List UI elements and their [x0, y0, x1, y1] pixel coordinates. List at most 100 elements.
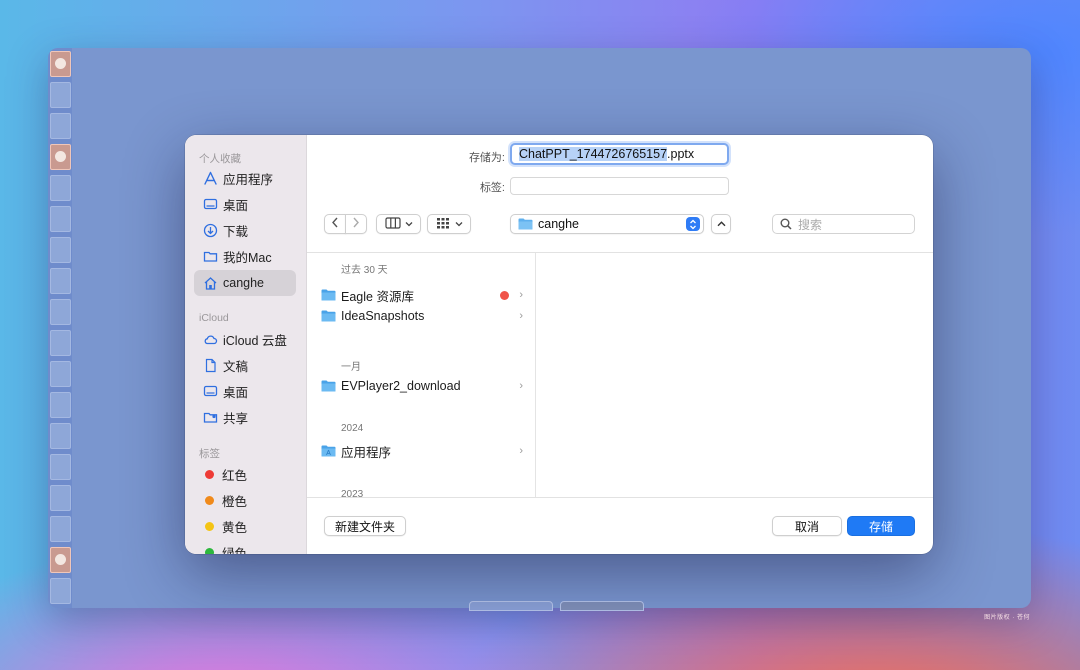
- dialog-main: 存储为: ChatPPT_1744726765157 .pptx 标签: can…: [307, 135, 933, 554]
- chevron-right-icon: ›: [519, 380, 523, 392]
- grid-icon: [436, 217, 450, 232]
- cloud-icon: [202, 331, 218, 347]
- slide-thumbnail[interactable]: [50, 361, 71, 387]
- chevron-down-icon: [405, 218, 413, 230]
- slide-thumbnail[interactable]: [50, 51, 71, 77]
- sidebar-item-downloads[interactable]: 下载: [194, 217, 296, 243]
- home-icon: [202, 275, 218, 291]
- save-dialog: 个人收藏 应用程序 桌面 下载 我的Mac canghe iCloud iClo…: [185, 135, 933, 554]
- tags-field[interactable]: [510, 177, 729, 195]
- chevron-right-icon: [352, 217, 360, 231]
- sidebar-item-label: canghe: [223, 276, 265, 290]
- group-header: 2024: [341, 423, 364, 434]
- save-button[interactable]: 存储: [847, 516, 915, 536]
- back-button[interactable]: [324, 214, 346, 234]
- sidebar-item-icloud-drive[interactable]: iCloud 云盘: [194, 326, 296, 352]
- slide-thumbnail[interactable]: [50, 82, 71, 108]
- red-tag-dot-icon: [205, 469, 214, 479]
- desktop-icon: [202, 196, 218, 212]
- sidebar-tag-orange[interactable]: 橙色: [194, 487, 296, 513]
- sidebar-item-canghe[interactable]: canghe: [194, 270, 296, 296]
- list-item-evplayer[interactable]: EVPlayer2_download ›: [319, 376, 525, 396]
- shared-folder-icon: [202, 409, 218, 425]
- folder-icon: [202, 248, 218, 264]
- sidebar-item-documents[interactable]: 文稿: [194, 352, 296, 378]
- expand-collapse-button[interactable]: [711, 214, 731, 234]
- green-tag-dot-icon: [205, 547, 214, 554]
- sidebar-item-label: 橙色: [222, 494, 248, 509]
- item-name: IdeaSnapshots: [341, 309, 425, 323]
- list-item-eagle[interactable]: Eagle 资源库 ›: [319, 285, 525, 305]
- cancel-button[interactable]: 取消: [772, 516, 842, 536]
- list-item-ideasnapshots[interactable]: IdeaSnapshots ›: [319, 306, 525, 326]
- sidebar-item-label: 我的Mac: [223, 250, 272, 265]
- chevron-left-icon: [331, 217, 339, 231]
- file-browser-column[interactable]: 过去 30 天 Eagle 资源库 › IdeaSnapshots › 一月 E…: [307, 253, 535, 497]
- sidebar: 个人收藏 应用程序 桌面 下载 我的Mac canghe iCloud iClo…: [185, 135, 307, 554]
- item-name: 应用程序: [341, 445, 392, 460]
- sidebar-item-icloud-desktop[interactable]: 桌面: [194, 378, 296, 404]
- location-stepper-icon: [686, 217, 700, 231]
- slide-thumbnail[interactable]: [50, 237, 71, 263]
- filename-field[interactable]: ChatPPT_1744726765157 .pptx: [510, 143, 729, 165]
- red-tag-dot-icon: [500, 291, 509, 300]
- folder-icon: [321, 289, 336, 301]
- slide-thumbnail[interactable]: [50, 175, 71, 201]
- group-by-button[interactable]: [427, 214, 471, 234]
- slide-thumbnails-strip: [48, 48, 72, 608]
- columns-view-icon: [384, 216, 401, 232]
- folder-icon: [321, 380, 336, 392]
- sidebar-tag-green[interactable]: 绿色: [194, 539, 296, 554]
- location-name: canghe: [538, 217, 580, 231]
- background-bottom-tabs: [469, 601, 644, 611]
- slide-thumbnail[interactable]: [50, 547, 71, 573]
- slide-thumbnail[interactable]: [50, 268, 71, 294]
- sidebar-item-desktop[interactable]: 桌面: [194, 191, 296, 217]
- item-name: EVPlayer2_download: [341, 379, 461, 393]
- chevron-right-icon: ›: [519, 289, 523, 301]
- slide-thumbnail[interactable]: [50, 516, 71, 542]
- new-folder-button[interactable]: 新建文件夹: [324, 516, 406, 536]
- slide-thumbnail[interactable]: [50, 578, 71, 604]
- sidebar-item-label: 桌面: [223, 385, 249, 400]
- folder-icon: [321, 310, 336, 322]
- sidebar-item-my-mac[interactable]: 我的Mac: [194, 243, 296, 269]
- view-mode-columns-button[interactable]: [376, 214, 421, 234]
- slide-thumbnail[interactable]: [50, 113, 71, 139]
- slide-thumbnail[interactable]: [50, 454, 71, 480]
- slide-thumbnail[interactable]: [50, 144, 71, 170]
- tags-label: 标签:: [479, 182, 505, 194]
- slide-thumbnail[interactable]: [50, 299, 71, 325]
- item-name: Eagle 资源库: [341, 289, 414, 304]
- background-tab[interactable]: [469, 601, 553, 611]
- list-item-applications[interactable]: 应用程序 ›: [319, 441, 525, 461]
- slide-thumbnail[interactable]: [50, 330, 71, 356]
- background-tab[interactable]: [560, 601, 644, 611]
- sidebar-tag-red[interactable]: 红色: [194, 461, 296, 487]
- filename-selected-text: ChatPPT_1744726765157: [519, 147, 668, 161]
- search-placeholder: 搜索: [798, 217, 823, 232]
- forward-button[interactable]: [345, 214, 367, 234]
- sidebar-item-shared[interactable]: 共享: [194, 404, 296, 430]
- slide-thumbnail[interactable]: [50, 423, 71, 449]
- sidebar-tag-yellow[interactable]: 黄色: [194, 513, 296, 539]
- search-field[interactable]: 搜索: [772, 214, 915, 234]
- applications-folder-icon: [321, 445, 336, 457]
- slide-thumbnail[interactable]: [50, 206, 71, 232]
- location-popup[interactable]: canghe: [510, 214, 704, 234]
- sidebar-item-label: 文稿: [223, 359, 249, 374]
- sidebar-item-label: 绿色: [222, 546, 248, 555]
- sidebar-item-label: 下载: [223, 224, 249, 239]
- watermark-text: 图片版权 · 苍何: [984, 615, 1030, 621]
- group-header: 一月: [341, 362, 361, 373]
- sidebar-item-applications[interactable]: 应用程序: [194, 165, 296, 191]
- folder-icon: [518, 218, 533, 230]
- column-divider: [535, 253, 536, 497]
- slide-thumbnail[interactable]: [50, 392, 71, 418]
- sidebar-item-label: iCloud 云盘: [223, 333, 287, 348]
- slide-thumbnail[interactable]: [50, 485, 71, 511]
- orange-tag-dot-icon: [205, 495, 214, 505]
- chevron-up-icon: [717, 218, 726, 230]
- sidebar-item-label: 桌面: [223, 198, 249, 213]
- sidebar-item-label: 共享: [223, 411, 249, 426]
